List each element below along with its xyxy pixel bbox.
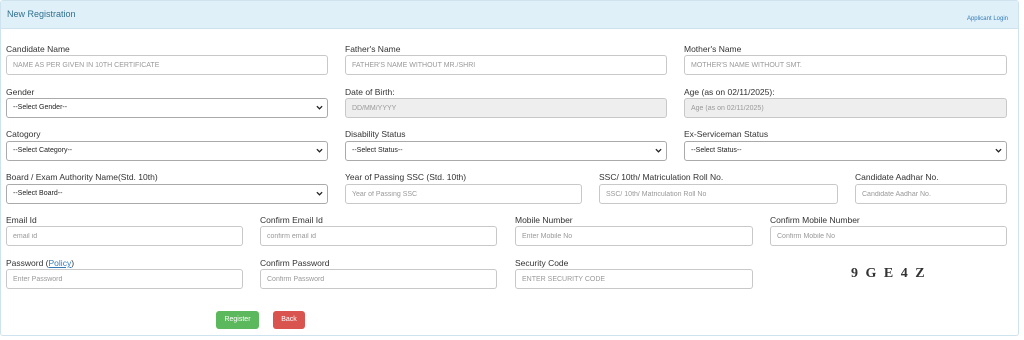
confirm-email-label: Confirm Email Id	[260, 215, 323, 225]
ex-serviceman-label: Ex-Serviceman Status	[684, 129, 769, 139]
confirm-password-input[interactable]	[260, 269, 497, 289]
roll-no-input[interactable]	[599, 184, 838, 204]
roll-no-label: SSC/ 10th/ Matriculation Roll No.	[599, 172, 724, 182]
mobile-label: Mobile Number	[515, 215, 573, 225]
gender-select[interactable]: --Select Gender--	[6, 98, 328, 118]
year-ssc-input[interactable]	[345, 184, 582, 204]
age-label: Age (as on 02/11/2025):	[684, 87, 775, 97]
ex-serviceman-select[interactable]: --Select Status--	[684, 141, 1007, 161]
ex-serviceman-select-value: --Select Status--	[691, 147, 742, 154]
gender-select-value: --Select Gender--	[13, 104, 68, 111]
panel-header: New Registration Applicant Login	[1, 1, 1018, 29]
gender-label: Gender	[6, 87, 35, 97]
captcha-image: 9 G E 4 Z	[851, 266, 927, 281]
category-select[interactable]: --Select Category--	[6, 141, 328, 161]
year-ssc-label: Year of Passing SSC (Std. 10th)	[345, 172, 467, 182]
age-input[interactable]	[684, 98, 1007, 118]
email-input[interactable]	[6, 226, 243, 246]
category-label: Catogory	[6, 129, 41, 139]
father-name-label: Father's Name	[345, 44, 401, 54]
mobile-input[interactable]	[515, 226, 753, 246]
board-select-value: --Select Board--	[13, 190, 63, 197]
disability-select-value: --Select Status--	[352, 147, 403, 154]
applicant-login-link[interactable]: Applicant Login	[967, 16, 1008, 22]
aadhar-label: Candidate Aadhar No.	[855, 172, 939, 182]
password-input[interactable]	[6, 269, 243, 289]
disability-label: Disability Status	[345, 129, 406, 139]
dob-input[interactable]	[345, 98, 667, 118]
board-label: Board / Exam Authority Name(Std. 10th)	[6, 172, 158, 182]
chevron-down-icon	[655, 148, 662, 153]
back-button[interactable]: Back	[273, 311, 305, 329]
board-select[interactable]: --Select Board--	[6, 184, 328, 204]
password-label: Password (Policy)	[6, 258, 74, 268]
email-label: Email Id	[6, 215, 37, 225]
confirm-mobile-input[interactable]	[770, 226, 1007, 246]
aadhar-input[interactable]	[855, 184, 1007, 204]
password-label-text: Password (	[6, 258, 49, 268]
mother-name-label: Mother's Name	[684, 44, 742, 54]
security-code-label: Security Code	[515, 258, 569, 268]
candidate-name-label: Candidate Name	[6, 44, 70, 54]
confirm-email-input[interactable]	[260, 226, 497, 246]
disability-select[interactable]: --Select Status--	[345, 141, 667, 161]
category-select-value: --Select Category--	[13, 147, 73, 154]
page-title: New Registration	[7, 9, 76, 19]
mother-name-input[interactable]	[684, 55, 1007, 75]
register-button[interactable]: Register	[216, 311, 259, 329]
dob-label: Date of Birth:	[345, 87, 395, 97]
password-label-end: )	[71, 258, 75, 268]
chevron-down-icon	[316, 191, 323, 196]
chevron-down-icon	[316, 105, 323, 110]
confirm-password-label: Confirm Password	[260, 258, 330, 268]
chevron-down-icon	[995, 148, 1002, 153]
chevron-down-icon	[316, 148, 323, 153]
policy-link[interactable]: Policy	[49, 258, 72, 268]
security-code-input[interactable]	[515, 269, 753, 289]
candidate-name-input[interactable]	[6, 55, 328, 75]
confirm-mobile-label: Confirm Mobile Number	[770, 215, 860, 225]
father-name-input[interactable]	[345, 55, 667, 75]
